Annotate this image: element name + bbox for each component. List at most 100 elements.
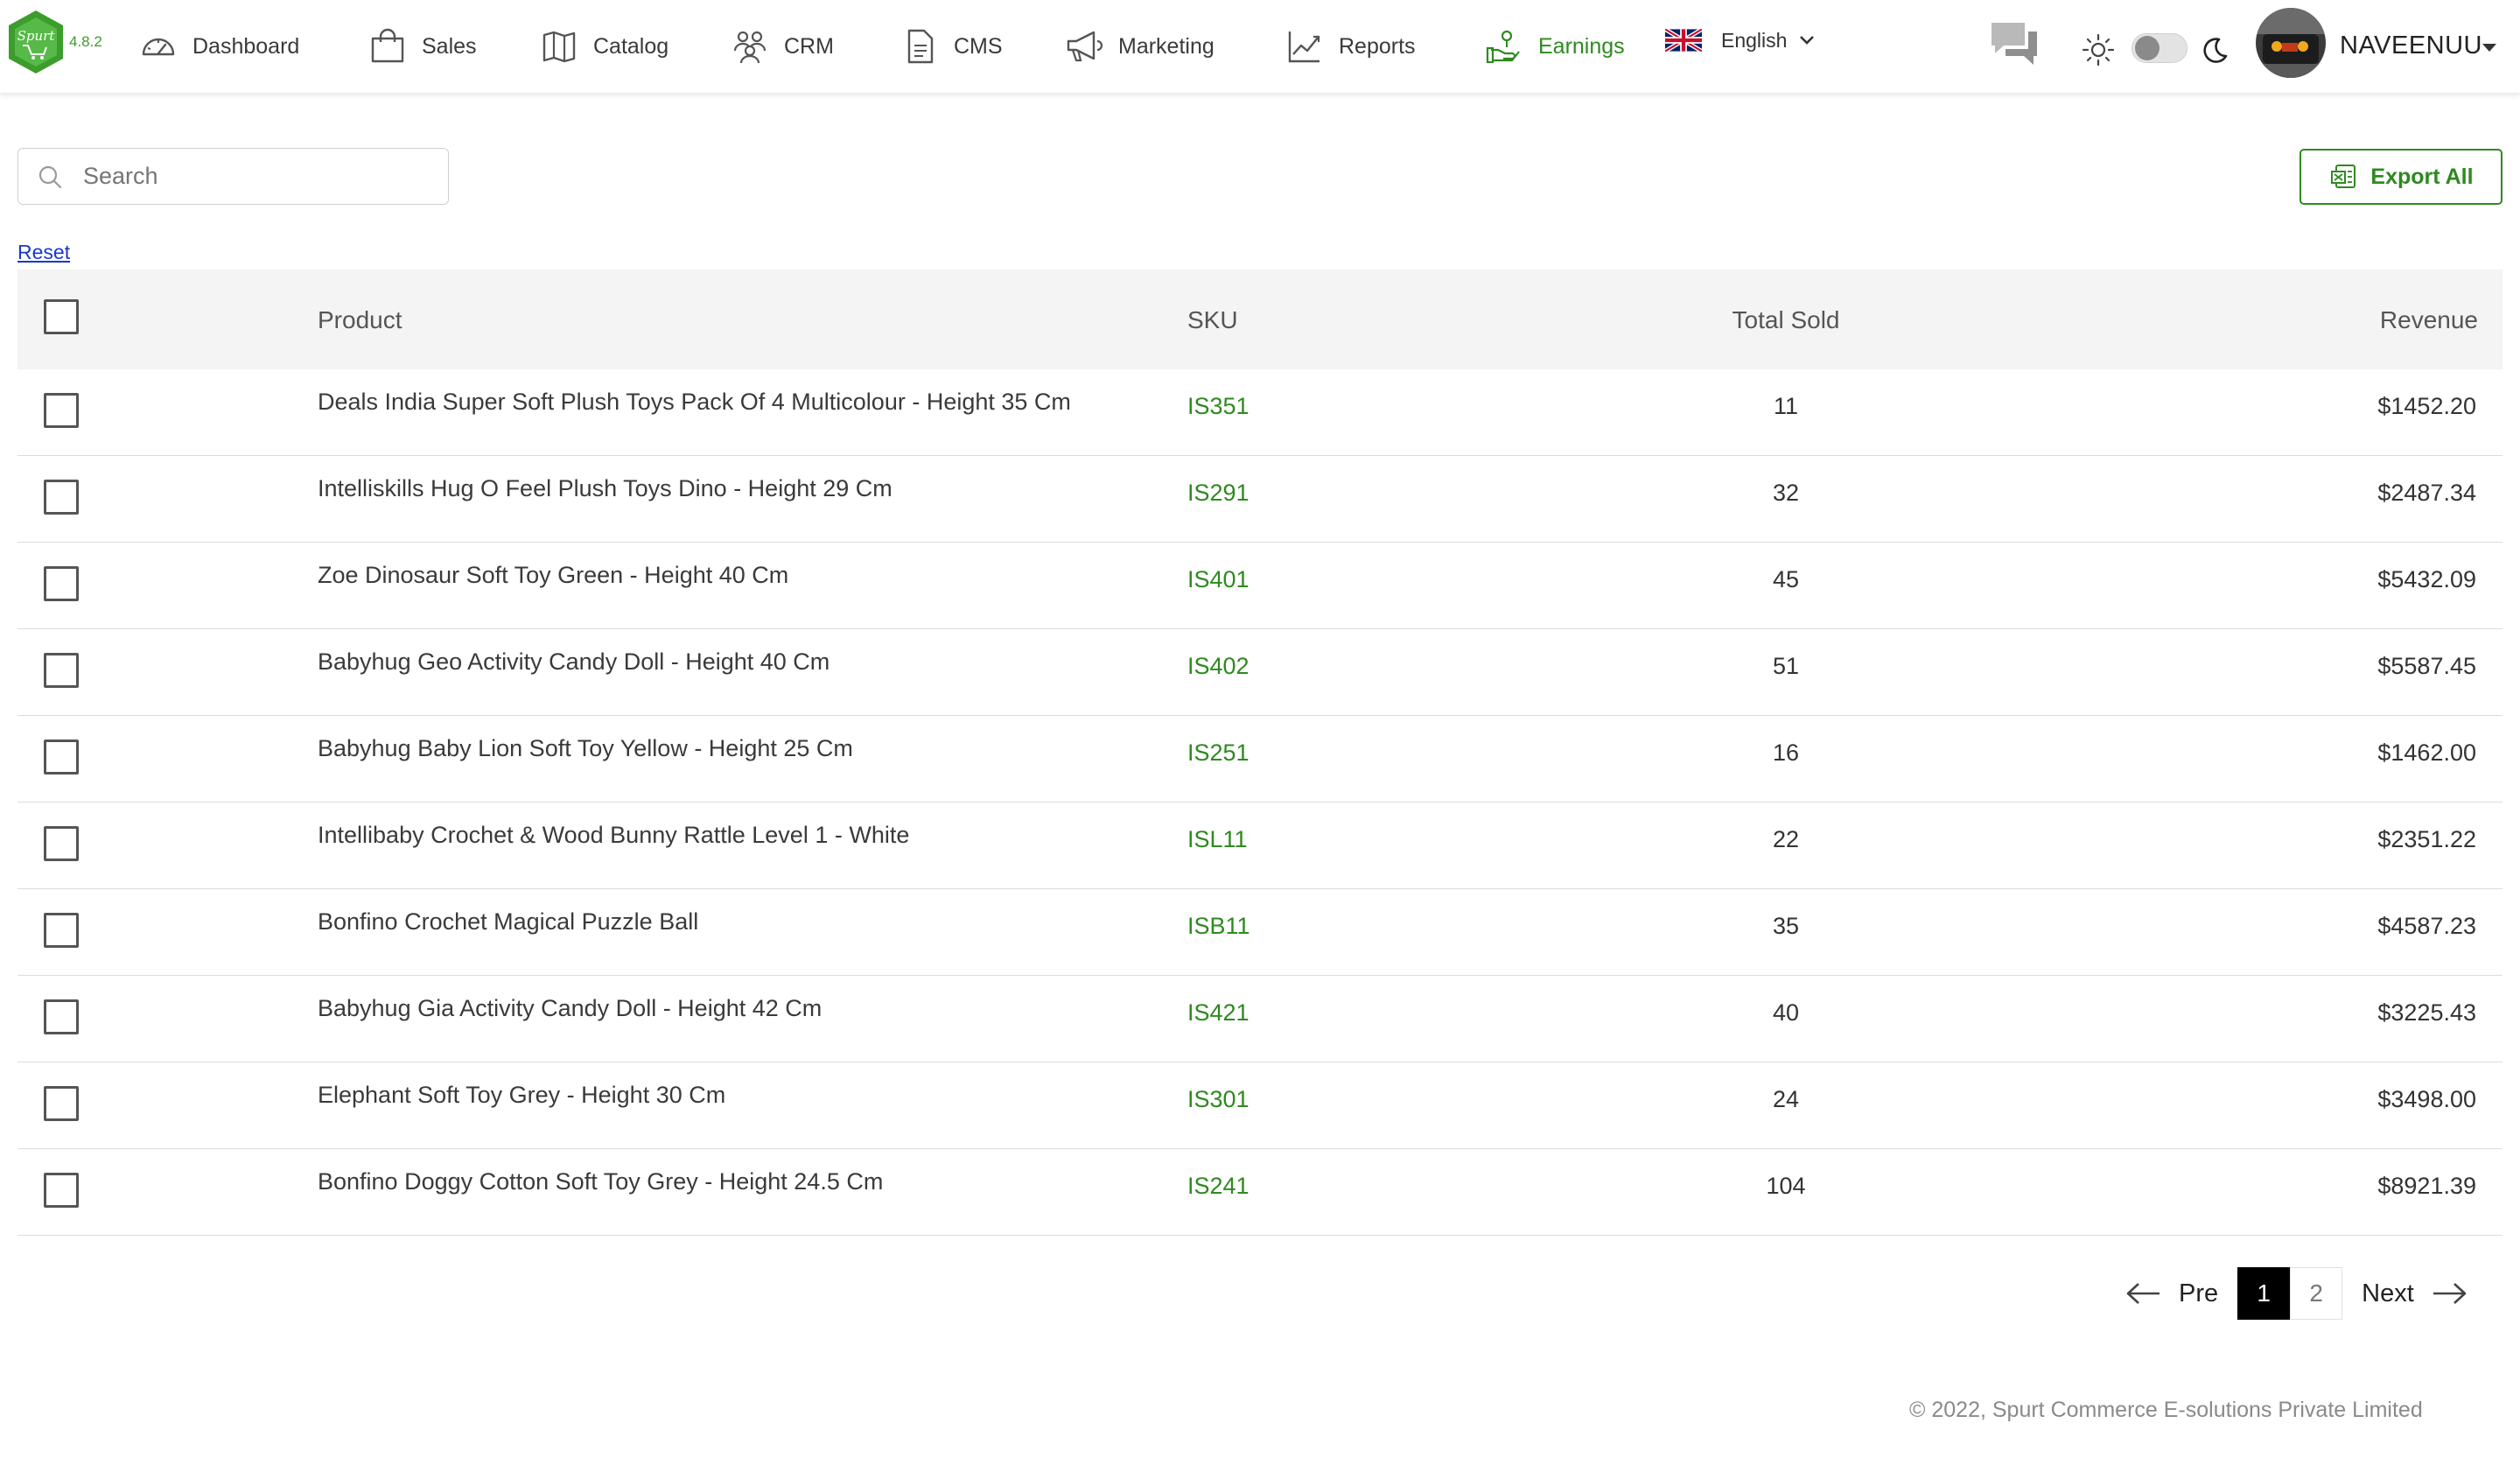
column-header-product[interactable]: Product bbox=[318, 306, 402, 334]
row-checkbox[interactable] bbox=[44, 480, 79, 515]
total-sold-cell: 22 bbox=[1772, 826, 1800, 852]
column-header-revenue[interactable]: Revenue bbox=[2380, 306, 2478, 334]
revenue-cell: $5432.09 bbox=[2377, 566, 2476, 592]
total-sold-cell: 35 bbox=[1772, 913, 1800, 939]
user-name[interactable]: NAVEENUU bbox=[2340, 32, 2482, 60]
footer-copyright: © 2022, Spurt Commerce E-solutions Priva… bbox=[1909, 1398, 2423, 1422]
row-checkbox[interactable] bbox=[44, 740, 79, 775]
product-name: Bonfino Crochet Magical Puzzle Ball bbox=[318, 908, 699, 935]
export-all-label: Export All bbox=[2370, 164, 2474, 189]
table-row: Babyhug Gia Activity Candy Doll - Height… bbox=[18, 976, 2502, 1062]
row-checkbox[interactable] bbox=[44, 826, 79, 861]
sku-cell: IS402 bbox=[1187, 653, 1250, 679]
page-button-2[interactable]: 2 bbox=[2290, 1267, 2343, 1320]
reset-link[interactable]: Reset bbox=[18, 241, 70, 264]
sku-cell: ISB11 bbox=[1187, 913, 1250, 939]
language-selector[interactable]: English bbox=[1665, 25, 1816, 56]
row-checkbox[interactable] bbox=[44, 999, 79, 1034]
table-row: Bonfino Crochet Magical Puzzle Ball ISB1… bbox=[18, 889, 2502, 976]
nav-item-crm[interactable]: CRM bbox=[730, 26, 834, 67]
total-sold-cell: 24 bbox=[1772, 1086, 1800, 1112]
nav-label-marketing: Marketing bbox=[1118, 33, 1214, 59]
revenue-cell: $1462.00 bbox=[2377, 740, 2476, 766]
chevron-down-icon bbox=[1800, 36, 1815, 45]
nav-item-marketing[interactable]: Marketing bbox=[1064, 26, 1214, 67]
total-sold-cell: 45 bbox=[1772, 566, 1800, 592]
nav-item-earnings[interactable]: Earnings bbox=[1484, 26, 1625, 67]
product-name: Babyhug Geo Activity Candy Doll - Height… bbox=[318, 648, 830, 675]
total-sold-cell: 104 bbox=[1766, 1173, 1806, 1199]
document-icon bbox=[907, 29, 934, 64]
product-name: Bonfino Doggy Cotton Soft Toy Grey - Hei… bbox=[318, 1168, 884, 1195]
pagination-next[interactable]: Next bbox=[2362, 1279, 2414, 1308]
table-row: Elephant Soft Toy Grey - Height 30 Cm IS… bbox=[18, 1062, 2502, 1149]
nav-label-reports: Reports bbox=[1339, 33, 1416, 59]
total-sold-cell: 32 bbox=[1772, 480, 1800, 506]
spurt-logo[interactable]: Spurt bbox=[7, 9, 65, 75]
earnings-table: Product SKU Total Sold Revenue Deals Ind… bbox=[18, 270, 2502, 1236]
avatar-image bbox=[2256, 8, 2326, 78]
nav-item-sales[interactable]: Sales bbox=[368, 26, 477, 67]
nav-item-catalog[interactable]: Catalog bbox=[539, 26, 668, 67]
table-row: Intellibaby Crochet & Wood Bunny Rattle … bbox=[18, 803, 2502, 889]
shopping-bag-icon bbox=[371, 28, 404, 63]
row-checkbox[interactable] bbox=[44, 1086, 79, 1121]
megaphone-icon bbox=[1067, 31, 1103, 62]
revenue-cell: $8921.39 bbox=[2377, 1173, 2476, 1199]
select-all-checkbox[interactable] bbox=[44, 299, 79, 334]
search-input[interactable] bbox=[83, 163, 433, 190]
total-sold-cell: 40 bbox=[1772, 999, 1800, 1026]
revenue-cell: $3225.43 bbox=[2377, 999, 2476, 1026]
row-checkbox[interactable] bbox=[44, 393, 79, 428]
arrow-left-icon[interactable] bbox=[2124, 1280, 2163, 1307]
nav-label-sales: Sales bbox=[422, 33, 477, 59]
revenue-cell: $4587.23 bbox=[2377, 913, 2476, 939]
export-sheet-icon bbox=[2331, 165, 2356, 188]
table-row: Zoe Dinosaur Soft Toy Green - Height 40 … bbox=[18, 543, 2502, 629]
sku-cell: IS301 bbox=[1187, 1086, 1250, 1112]
sku-cell: IS241 bbox=[1187, 1173, 1250, 1199]
row-checkbox[interactable] bbox=[44, 1173, 79, 1208]
product-name: Zoe Dinosaur Soft Toy Green - Height 40 … bbox=[318, 562, 789, 588]
page-button-1[interactable]: 1 bbox=[2237, 1267, 2291, 1320]
pagination-prev[interactable]: Pre bbox=[2179, 1279, 2218, 1308]
caret-down-icon[interactable] bbox=[2480, 39, 2499, 56]
table-row: Intelliskills Hug O Feel Plush Toys Dino… bbox=[18, 456, 2502, 543]
column-header-sku[interactable]: SKU bbox=[1187, 306, 1238, 334]
sku-cell: IS401 bbox=[1187, 566, 1250, 592]
sku-cell: IS351 bbox=[1187, 393, 1250, 419]
user-avatar[interactable] bbox=[2256, 8, 2326, 78]
nav-label-dashboard: Dashboard bbox=[192, 33, 300, 59]
nav-item-dashboard[interactable]: Dashboard bbox=[138, 26, 299, 67]
theme-toggle[interactable] bbox=[2132, 33, 2188, 63]
app-version: 4.8.2 bbox=[69, 33, 102, 50]
row-checkbox[interactable] bbox=[44, 913, 79, 948]
table-row: Deals India Super Soft Plush Toys Pack O… bbox=[18, 369, 2502, 456]
dashboard-gauge-icon bbox=[142, 38, 175, 56]
row-checkbox[interactable] bbox=[44, 566, 79, 601]
theme-toggle-knob bbox=[2135, 36, 2160, 60]
product-name: Deals India Super Soft Plush Toys Pack O… bbox=[318, 389, 1071, 415]
nav-item-cms[interactable]: CMS bbox=[900, 26, 1003, 67]
product-name: Intelliskills Hug O Feel Plush Toys Dino… bbox=[318, 475, 892, 501]
column-header-total-sold[interactable]: Total Sold bbox=[1709, 306, 1863, 334]
top-navigation-bar: Spurt 4.8.2 Dashboard Sales Catalog CRM … bbox=[0, 0, 2520, 93]
arrow-right-icon[interactable] bbox=[2430, 1280, 2468, 1307]
logo-text: Spurt bbox=[18, 28, 56, 44]
nav-item-reports[interactable]: Reports bbox=[1284, 26, 1416, 67]
table-row: Babyhug Geo Activity Candy Doll - Height… bbox=[18, 629, 2502, 716]
nav-label-cms: CMS bbox=[954, 33, 1003, 59]
search-field[interactable] bbox=[18, 148, 449, 205]
row-checkbox[interactable] bbox=[44, 653, 79, 688]
chat-messages-icon[interactable] bbox=[1988, 19, 2040, 70]
nav-label-catalog: Catalog bbox=[593, 33, 669, 59]
product-name: Intellibaby Crochet & Wood Bunny Rattle … bbox=[318, 822, 910, 848]
table-row: Babyhug Baby Lion Soft Toy Yellow - Heig… bbox=[18, 716, 2502, 803]
total-sold-cell: 11 bbox=[1773, 393, 1799, 419]
sku-cell: IS421 bbox=[1187, 999, 1250, 1026]
revenue-cell: $2351.22 bbox=[2377, 826, 2476, 852]
product-name: Elephant Soft Toy Grey - Height 30 Cm bbox=[318, 1082, 726, 1108]
revenue-cell: $3498.00 bbox=[2377, 1086, 2476, 1112]
export-all-button[interactable]: Export All bbox=[2300, 149, 2502, 205]
product-name: Babyhug Baby Lion Soft Toy Yellow - Heig… bbox=[318, 735, 853, 761]
